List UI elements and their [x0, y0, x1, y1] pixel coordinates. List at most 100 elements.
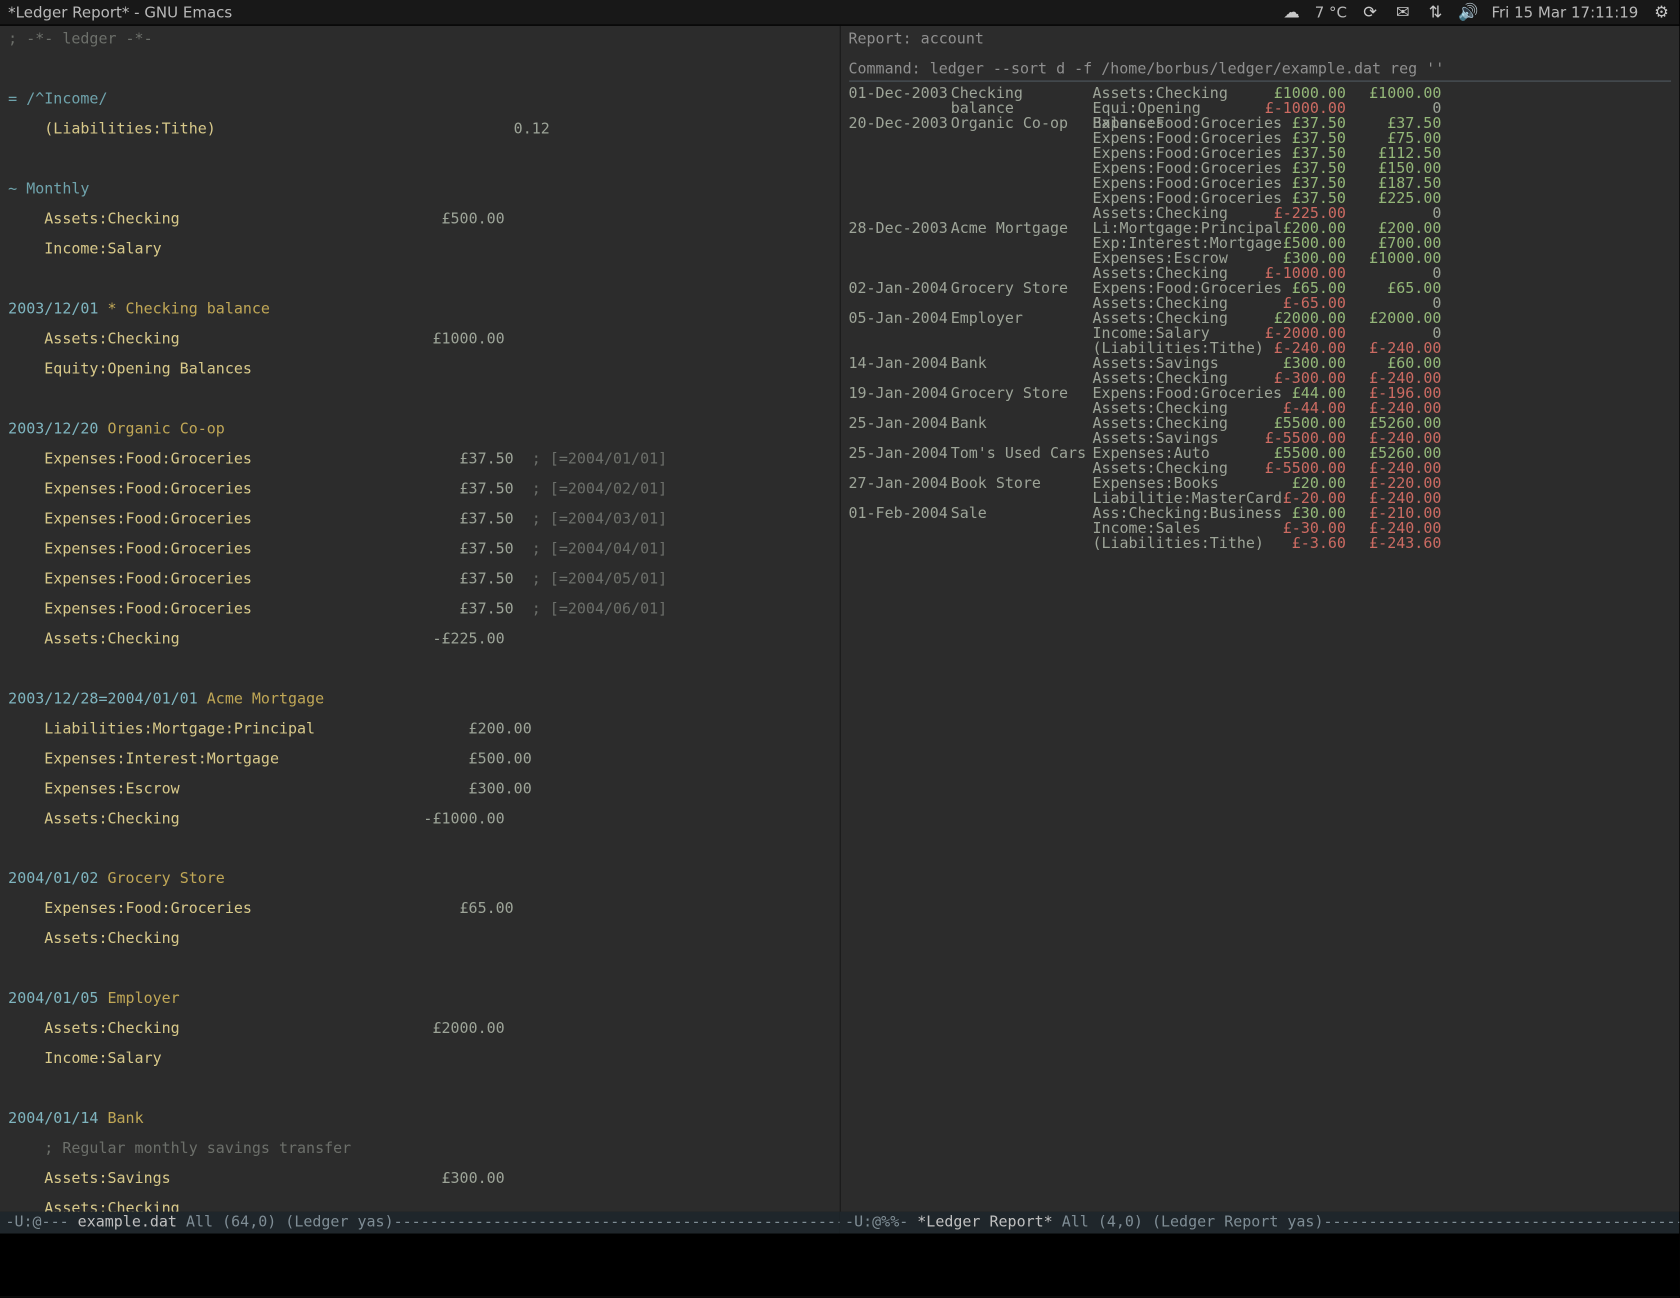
reg-running-total: £65.00	[1346, 281, 1441, 296]
effective-date-comment: ; [=2004/03/01]	[514, 510, 667, 528]
modeline-left: -U:@--- example.dat All (64,0) (Ledger y…	[0, 1212, 840, 1234]
register-row: 01-Feb-2004SaleAss:Checking:Business£30.…	[848, 506, 1671, 521]
register-row: Expenses:Escrow£300.00£1000.00	[848, 251, 1671, 266]
reg-date: 01-Feb-2004	[848, 506, 950, 521]
modeline-left-flags: -U:@---	[5, 1213, 77, 1231]
reg-payee	[951, 326, 1093, 341]
right-pane[interactable]: Report: account Command: ledger --sort d…	[840, 26, 1679, 1212]
reg-payee	[951, 131, 1093, 146]
reg-date: 20-Dec-2003	[848, 116, 950, 131]
reg-date	[848, 521, 950, 536]
network-icon[interactable]: ⇅	[1426, 3, 1445, 22]
modelines: -U:@--- example.dat All (64,0) (Ledger y…	[0, 1212, 1679, 1234]
posting-account: Assets:Checking	[8, 810, 180, 828]
posting-account: Assets:Checking	[8, 630, 180, 648]
txn-date: 2004/01/14	[8, 1109, 98, 1127]
register-row: Expens:Food:Groceries£37.50£225.00	[848, 191, 1671, 206]
txn-date: 2003/12/28=2004/01/01	[8, 690, 198, 708]
txn-payee: Bank	[107, 1109, 143, 1127]
txn-payee: Grocery Store	[107, 870, 224, 888]
posting-amount: -£225.00	[432, 630, 504, 648]
posting-account: Assets:Checking	[8, 330, 180, 348]
reg-payee: Organic Co-op	[951, 116, 1093, 131]
reg-date: 25-Jan-2004	[848, 416, 950, 431]
register-row: 05-Jan-2004EmployerAssets:Checking£2000.…	[848, 311, 1671, 326]
reg-date	[848, 161, 950, 176]
effective-date-comment: ; [=2004/01/01]	[514, 450, 667, 468]
posting-amount: £37.50	[460, 600, 514, 618]
posting-amount: -£1000.00	[423, 810, 504, 828]
txn-date: 2004/01/05	[8, 990, 98, 1008]
posting-account: Assets:Savings	[8, 1169, 170, 1187]
register-row: 25-Jan-2004BankAssets:Checking£5500.00£5…	[848, 416, 1671, 431]
posting-amount: £500.00	[469, 750, 532, 768]
report-separator	[848, 80, 1671, 81]
settings-gear-icon[interactable]: ⚙	[1652, 3, 1671, 22]
reg-payee	[951, 251, 1093, 266]
txn-date: 2003/12/20	[8, 420, 98, 438]
reg-running-total: £225.00	[1346, 191, 1441, 206]
report-output[interactable]: Report: account Command: ledger --sort d…	[848, 31, 1671, 76]
reg-payee: Grocery Store	[951, 386, 1093, 401]
left-pane[interactable]: ; -*- ledger -*- = /^Income/ (Liabilitie…	[0, 26, 840, 1212]
modeline-right-flags: -U:@%%-	[845, 1213, 917, 1231]
editor-split: ; -*- ledger -*- = /^Income/ (Liabilitie…	[0, 26, 1679, 1212]
posting-amount: £37.50	[460, 450, 514, 468]
reg-date	[848, 191, 950, 206]
reg-payee: Book Store	[951, 476, 1093, 491]
system-tray: ☁ 7 °C ⟳ ✉ ⇅ 🔊 Fri 15 Mar 17:11:19 ⚙	[1282, 3, 1671, 22]
reg-account: (Liabilities:Tithe)	[1092, 536, 1258, 551]
posting-amount: 0.12	[514, 120, 550, 138]
reg-amount: £-3.60	[1259, 536, 1346, 551]
top-bar: *Ledger Report* - GNU Emacs ☁ 7 °C ⟳ ✉ ⇅…	[0, 0, 1679, 26]
posting-amount: £2000.00	[432, 1020, 504, 1038]
register-row: 19-Jan-2004Grocery StoreExpens:Food:Groc…	[848, 386, 1671, 401]
mail-icon[interactable]: ✉	[1393, 3, 1412, 22]
reg-payee: Employer	[951, 311, 1093, 326]
reg-running-total: £2000.00	[1346, 311, 1441, 326]
reg-date: 25-Jan-2004	[848, 446, 950, 461]
register-row: (Liabilities:Tithe)£-3.60£-243.60	[848, 536, 1671, 551]
modeline-left-buffer: example.dat	[78, 1213, 177, 1231]
reg-payee	[951, 146, 1093, 161]
register-row: 25-Jan-2004Tom's Used CarsExpenses:Auto£…	[848, 446, 1671, 461]
reg-date: 28-Dec-2003	[848, 221, 950, 236]
reg-date: 19-Jan-2004	[848, 386, 950, 401]
reg-date: 01-Dec-2003	[848, 86, 950, 101]
effective-date-comment: ; [=2004/02/01]	[514, 480, 667, 498]
register-row: 01-Dec-2003Checking balanceAssets:Checki…	[848, 86, 1671, 101]
posting-account: Assets:Checking	[8, 1020, 180, 1038]
posting-account: Expenses:Food:Groceries	[8, 510, 252, 528]
reg-running-total: £-243.60	[1346, 536, 1441, 551]
reg-date: 27-Jan-2004	[848, 476, 950, 491]
reg-payee: Checking balance	[951, 86, 1093, 101]
clock: Fri 15 Mar 17:11:19	[1491, 5, 1638, 20]
posting-account: Expenses:Escrow	[8, 780, 180, 798]
window-title: *Ledger Report* - GNU Emacs	[8, 5, 1282, 20]
reg-date	[848, 536, 950, 551]
refresh-icon[interactable]: ⟳	[1361, 3, 1380, 22]
modeline-right-buffer: *Ledger Report*	[917, 1213, 1052, 1231]
ledger-source[interactable]: ; -*- ledger -*- = /^Income/ (Liabilitie…	[8, 31, 831, 1211]
posting-amount: £37.50	[460, 510, 514, 528]
posting-account: Expenses:Food:Groceries	[8, 540, 252, 558]
reg-payee: Sale	[951, 506, 1093, 521]
reg-payee	[951, 536, 1093, 551]
minibuffer[interactable]	[0, 1234, 1679, 1297]
reg-payee: Bank	[951, 356, 1093, 371]
register-row: 14-Jan-2004BankAssets:Savings£300.00£60.…	[848, 356, 1671, 371]
reg-payee	[951, 236, 1093, 251]
report-command: Command: ledger --sort d -f /home/borbus…	[848, 61, 1671, 76]
reg-date	[848, 236, 950, 251]
automated-rule: = /^Income/	[8, 90, 107, 108]
txn-payee: Acme Mortgage	[207, 690, 324, 708]
posting-account: Assets:Checking	[8, 1199, 180, 1211]
posting-amount: £300.00	[441, 1169, 504, 1187]
volume-icon[interactable]: 🔊	[1459, 3, 1478, 22]
reg-payee	[951, 176, 1093, 191]
weather-icon: ☁	[1282, 3, 1301, 22]
modeline-left-pos: All (64,0) (Ledger yas)	[177, 1213, 394, 1231]
posting-amount: £65.00	[460, 900, 514, 918]
reg-payee: Acme Mortgage	[951, 221, 1093, 236]
txn-comment: ; Regular monthly savings transfer	[8, 1141, 831, 1156]
